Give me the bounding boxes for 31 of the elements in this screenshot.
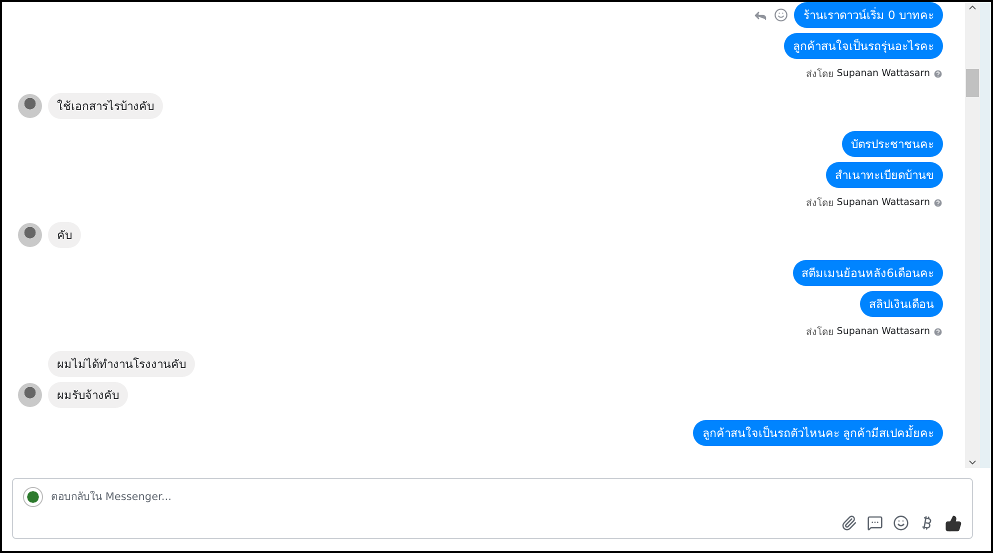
avatar[interactable] (18, 383, 42, 407)
sender-name: Supanan Wattasarn (836, 326, 930, 337)
thumbs-up-icon[interactable] (945, 515, 962, 532)
message-bubble: คับ (48, 222, 81, 248)
message-bubble: บัตรประชาชนคะ (842, 131, 943, 157)
smiley-icon[interactable] (774, 8, 788, 22)
smiley-icon[interactable] (893, 515, 909, 531)
help-icon[interactable] (933, 68, 943, 78)
scrollbar[interactable] (965, 2, 980, 468)
paperclip-icon[interactable] (841, 515, 857, 531)
sent-by-label: ส่งโดย (806, 196, 834, 210)
sent-by-label: ส่งโดย (806, 67, 834, 81)
avatar[interactable] (18, 223, 42, 247)
avatar[interactable] (18, 94, 42, 118)
message-bubble: ผมไม่ได้ทำงานโรงงานคับ (48, 351, 195, 377)
sent-by-label: ส่งโดย (806, 325, 834, 339)
message-bubble: ผมรับจ้างคับ (48, 382, 128, 408)
help-icon[interactable] (933, 326, 943, 336)
message-bubble: ลูกค้าสนใจเป็นรถรุ่นอะไรคะ (784, 33, 943, 59)
message-bubble: ใช้เอกสารไรบ้างคับ (48, 93, 163, 119)
message-bubble: ร้านเราดาวน์เริ่ม 0 บาทคะ (794, 2, 943, 28)
message-bubble: สลิปเงินเดือน (860, 291, 943, 317)
sender-name: Supanan Wattasarn (836, 197, 930, 208)
message-bubble: สตีมเมนย้อนหลัง6เดือนคะ (792, 260, 943, 286)
help-icon[interactable] (933, 198, 943, 208)
chat-icon[interactable] (867, 515, 883, 531)
page-logo-icon (23, 487, 43, 507)
message-bubble: ลูกค้าสนใจเป็นรถตัวไหนคะ ลูกค้ามีสเปคมั้ยคะ (693, 420, 943, 446)
message-bubble: สำเนาทะเบียดบ้านข (826, 162, 943, 188)
scrollbar-thumb[interactable] (966, 69, 979, 97)
sender-name: Supanan Wattasarn (836, 68, 930, 79)
